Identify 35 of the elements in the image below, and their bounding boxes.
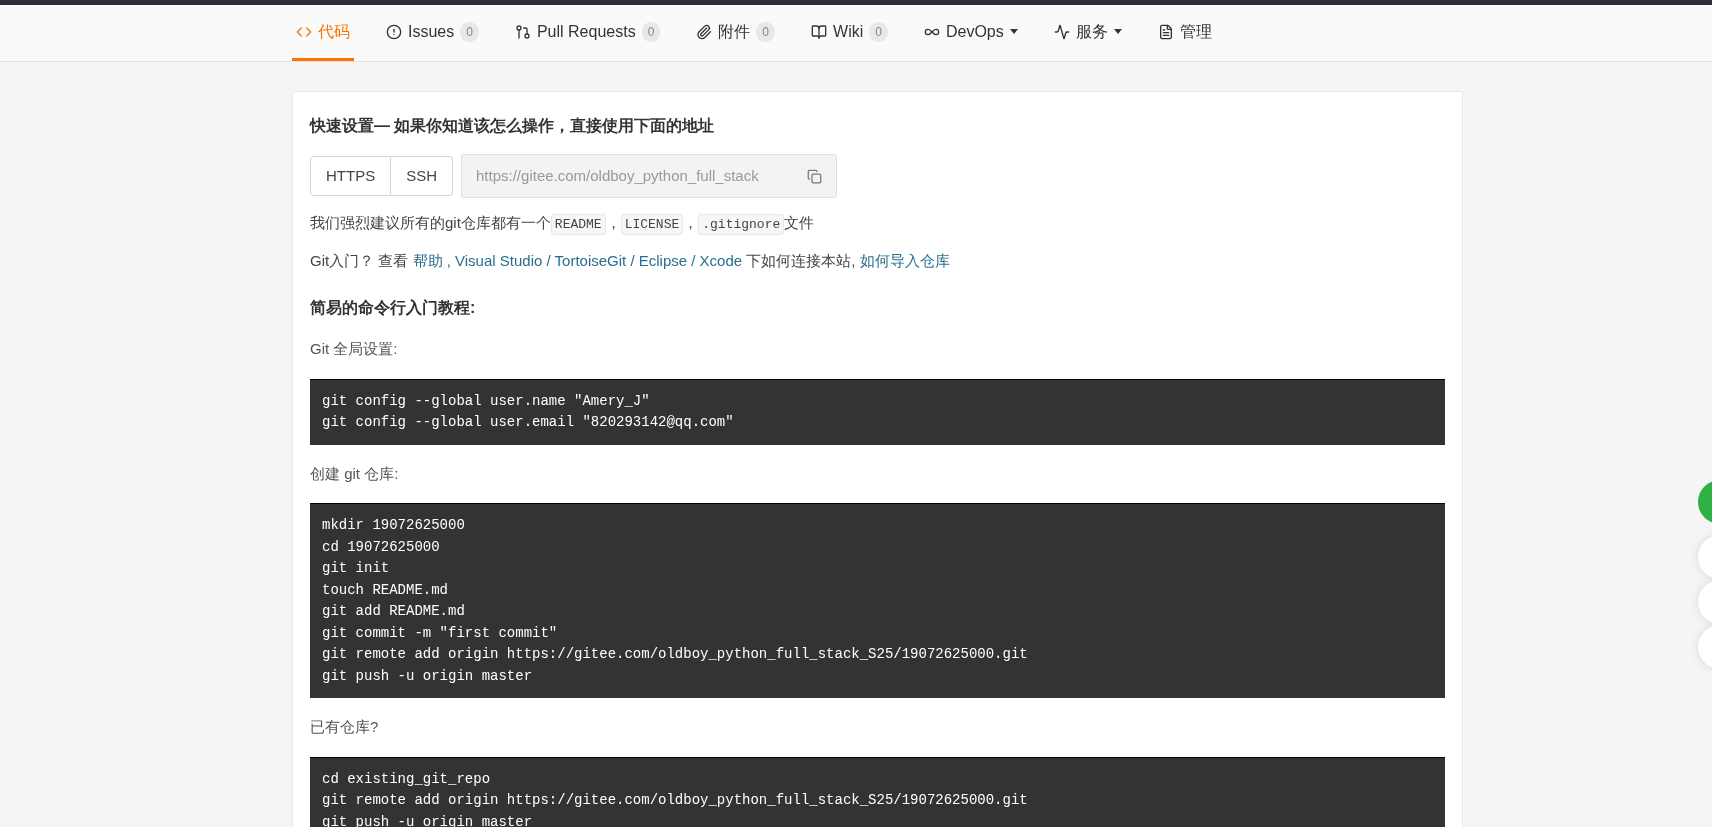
nav-tab[interactable]: 管理 <box>1153 5 1216 61</box>
recommend-text: 我们强烈建议所有的git仓库都有一个 README ， LICENSE ， .gitignore 文件 <box>310 210 1445 238</box>
pulse-icon <box>1053 23 1070 40</box>
count-badge: 0 <box>869 21 888 42</box>
card-title: 快速设置— 如果你知道该怎么操作，直接使用下面的地址 <box>310 116 716 136</box>
section-label: 已有仓库? <box>310 717 380 737</box>
nav-tab[interactable]: Issues 0 <box>382 5 483 61</box>
guide-link[interactable]: / Xcode <box>687 252 743 269</box>
alert-circle-icon <box>386 23 402 40</box>
guide-link[interactable]: , Visual Studio <box>442 252 543 269</box>
code-block: git config --global user.name "Amery_J" git config --global user.email "820293142@qq.com" <box>310 378 1445 445</box>
nav-tab[interactable]: Wiki 0 <box>807 5 892 61</box>
guide-link[interactable]: 如何导入仓库 <box>859 252 950 269</box>
count-badge: 0 <box>756 21 776 42</box>
copy-icon[interactable] <box>807 168 822 184</box>
guide-link[interactable]: / TortoiseGit <box>542 252 627 269</box>
book-icon <box>811 23 828 40</box>
count-badge: 0 <box>641 21 661 42</box>
protocol-button[interactable]: HTTPS <box>310 156 392 196</box>
paperclip-icon <box>696 23 713 40</box>
nav-tab[interactable]: 附件 0 <box>692 5 780 61</box>
nav-tab[interactable]: Pull Requests 0 <box>510 5 665 61</box>
section-label: Git 全局设置: <box>310 339 399 359</box>
code-block: mkdir 19072625000 cd 19072625000 git init touch README.md git add README.md git commit -m "first commit" git remote add origin https://gitee.com/oldboy_python_full_stack_S25/19072625000.git git push -u origin master <box>310 503 1445 698</box>
section-label: 创建 git 仓库: <box>310 463 400 484</box>
nav-tab[interactable]: DevOps <box>919 5 1022 61</box>
branch-icon <box>514 23 531 40</box>
nav-tab[interactable]: 服务 <box>1049 5 1126 61</box>
document-icon <box>1157 23 1174 40</box>
guide-link[interactable]: 帮助 <box>412 252 443 269</box>
count-badge: 0 <box>460 21 479 42</box>
protocol-button[interactable]: SSH <box>391 156 453 196</box>
tutorial-title: 简易的命令行入门教程: <box>310 298 477 318</box>
guide-link[interactable]: / Eclipse <box>626 252 688 269</box>
guide-text: Git入门？ 查看 帮助 , Visual Studio / TortoiseGit / Eclipse / Xcode 下如何连接本站, 如何导入仓库 <box>310 251 951 271</box>
